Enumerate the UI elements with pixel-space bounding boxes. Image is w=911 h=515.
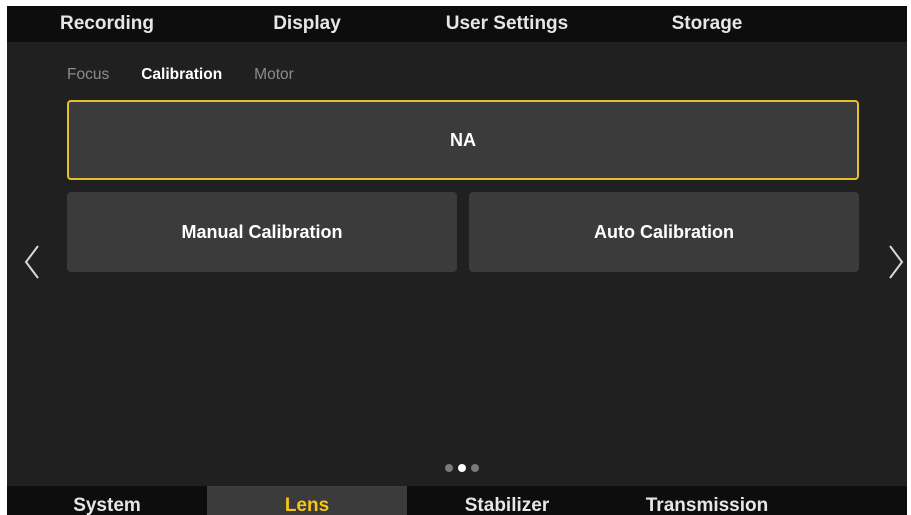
lens-settings-screen: Recording Display User Settings Storage … xyxy=(7,6,907,515)
tab-user-settings[interactable]: User Settings xyxy=(407,6,607,42)
na-button-label: NA xyxy=(450,129,476,150)
tab-recording[interactable]: Recording xyxy=(7,6,207,42)
auto-calibration-button[interactable]: Auto Calibration xyxy=(469,192,859,272)
tab-transmission[interactable]: Transmission xyxy=(607,486,807,515)
na-button[interactable]: NA xyxy=(67,100,859,180)
auto-calibration-label: Auto Calibration xyxy=(594,221,734,242)
tab-stabilizer[interactable]: Stabilizer xyxy=(407,486,607,515)
chevron-right-icon[interactable] xyxy=(884,242,907,282)
tab-system[interactable]: System xyxy=(7,486,207,515)
sub-tab-bar: Focus Calibration Motor xyxy=(67,66,326,84)
manual-calibration-label: Manual Calibration xyxy=(181,221,343,242)
tab-display[interactable]: Display xyxy=(207,6,407,42)
tab-storage[interactable]: Storage xyxy=(607,6,807,42)
bottom-tab-bar: System Lens Stabilizer Transmission xyxy=(7,486,907,515)
subtab-motor[interactable]: Motor xyxy=(254,66,294,84)
page-dot xyxy=(471,464,479,472)
page-indicator xyxy=(445,464,479,472)
page-dot-active xyxy=(458,464,466,472)
manual-calibration-button[interactable]: Manual Calibration xyxy=(67,192,457,272)
top-tab-bar: Recording Display User Settings Storage xyxy=(7,6,907,42)
page-dot xyxy=(445,464,453,472)
subtab-calibration[interactable]: Calibration xyxy=(141,66,222,84)
chevron-left-icon[interactable] xyxy=(20,242,44,282)
subtab-focus[interactable]: Focus xyxy=(67,66,109,84)
tab-lens[interactable]: Lens xyxy=(207,486,407,515)
